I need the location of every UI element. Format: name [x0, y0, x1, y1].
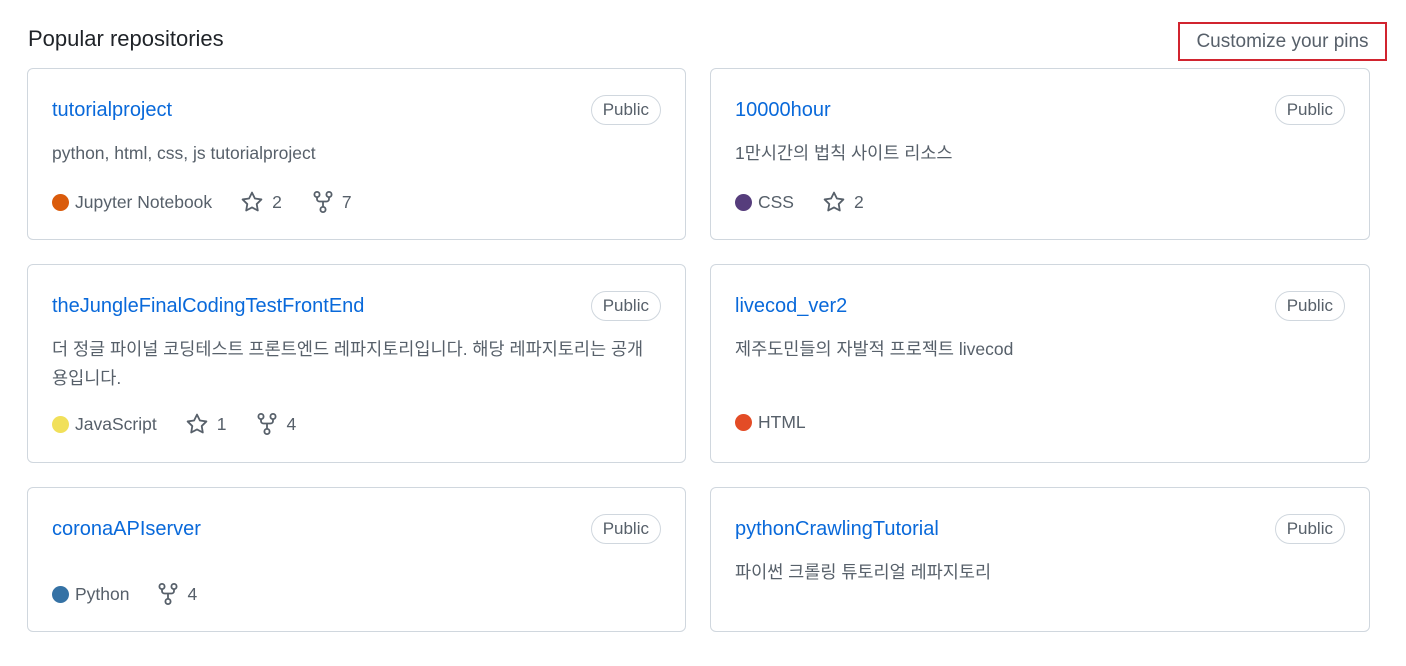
- visibility-badge: Public: [590, 291, 661, 321]
- repo-name-link[interactable]: pythonCrawlingTutorial: [735, 518, 939, 541]
- repo-description: 1만시간의 법칙 사이트 리소스: [735, 143, 953, 163]
- language-name: JavaScript: [75, 413, 157, 434]
- repo-language: Python: [52, 584, 129, 605]
- fork-count: 4: [187, 583, 198, 604]
- repo-language: JavaScript: [52, 414, 157, 435]
- repo-forked-icon: [158, 583, 178, 605]
- repo-language: CSS: [735, 192, 794, 213]
- language-name: CSS: [758, 191, 794, 212]
- repo-name-link[interactable]: theJungleFinalCodingTestFrontEnd: [52, 295, 364, 318]
- repo-meta: JavaScript 1 4: [52, 412, 326, 436]
- language-color-dot: [52, 585, 69, 603]
- repo-meta: Python 4: [52, 582, 227, 606]
- visibility-badge: Public: [590, 95, 661, 125]
- repo-card: 10000hour Public 1만시간의 법칙 사이트 리소스 CSS 2: [710, 68, 1370, 240]
- stargazers-link[interactable]: 2: [822, 190, 864, 214]
- stargazers-link[interactable]: 2: [240, 190, 282, 214]
- repo-description: 제주도민들의 자발적 프로젝트 livecod: [735, 339, 1014, 359]
- repo-meta: CSS 2: [735, 190, 894, 214]
- visibility-badge: Public: [1274, 95, 1345, 125]
- repo-language: Jupyter Notebook: [52, 192, 212, 213]
- star-icon: [823, 191, 845, 212]
- popular-repositories-title: Popular repositories: [28, 26, 224, 51]
- repo-name-link[interactable]: livecod_ver2: [735, 295, 847, 318]
- language-name: Jupyter Notebook: [75, 191, 213, 212]
- repo-name-link[interactable]: 10000hour: [735, 99, 831, 122]
- repo-name-link[interactable]: coronaAPIserver: [52, 518, 201, 541]
- repo-card: livecod_ver2 Public 제주도민들의 자발적 프로젝트 live…: [710, 264, 1370, 463]
- repo-name-link[interactable]: tutorialproject: [52, 99, 172, 122]
- language-color-dot: [52, 193, 69, 211]
- language-name: HTML: [758, 412, 806, 432]
- repo-card: theJungleFinalCodingTestFrontEnd Public …: [27, 264, 686, 463]
- star-count: 2: [272, 191, 282, 212]
- fork-count: 7: [341, 191, 352, 212]
- star-icon: [186, 413, 208, 434]
- forks-link[interactable]: 4: [256, 412, 296, 436]
- fork-count: 4: [286, 413, 297, 434]
- repo-description: python, html, css, js tutorialproject: [52, 143, 316, 163]
- visibility-badge: Public: [590, 514, 661, 544]
- repo-card: tutorialproject Public python, html, css…: [27, 68, 686, 240]
- star-count: 1: [216, 413, 227, 434]
- repo-description: 파이썬 크롤링 튜토리얼 레파지토리: [735, 562, 992, 582]
- repo-forked-icon: [257, 413, 277, 435]
- repo-card: coronaAPIserver Public Python 4: [27, 487, 686, 632]
- repo-card: pythonCrawlingTutorial Public 파이썬 크롤링 튜토…: [710, 487, 1370, 632]
- forks-link[interactable]: 4: [157, 582, 197, 606]
- repo-meta: Jupyter Notebook 2 7: [52, 190, 382, 214]
- language-color-dot: [735, 193, 752, 211]
- repo-meta: HTML: [735, 412, 834, 433]
- repo-forked-icon: [313, 191, 333, 213]
- language-color-dot: [52, 415, 69, 433]
- language-color-dot: [735, 414, 752, 431]
- language-name: Python: [75, 583, 130, 604]
- visibility-badge: Public: [1274, 291, 1345, 321]
- star-icon: [241, 191, 263, 212]
- stargazers-link[interactable]: 1: [185, 412, 227, 436]
- visibility-badge: Public: [1274, 514, 1345, 544]
- customize-pins-link[interactable]: Customize your pins: [1178, 22, 1387, 61]
- forks-link[interactable]: 7: [312, 190, 352, 214]
- repo-language: HTML: [735, 412, 806, 433]
- repo-description: 더 정글 파이널 코딩테스트 프론트엔드 레파지토리입니다. 해당 레파지토리는…: [52, 339, 644, 388]
- star-count: 2: [853, 191, 864, 212]
